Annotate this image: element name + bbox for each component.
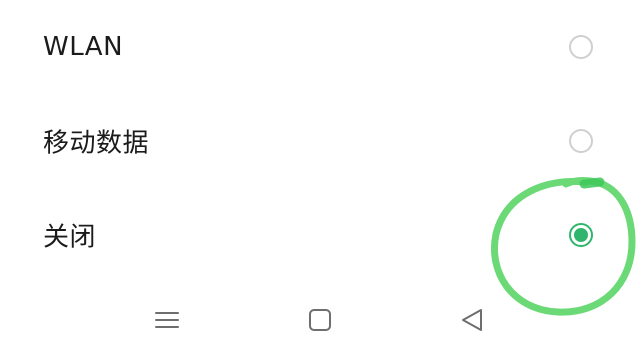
network-option-screen: WLAN 移动数据 关闭: [0, 0, 640, 360]
radio-button-wlan[interactable]: [569, 35, 593, 59]
radio-button-off-selected[interactable]: [569, 223, 593, 247]
option-mobile-data[interactable]: 移动数据: [0, 97, 640, 185]
home-square-icon[interactable]: [304, 304, 336, 336]
option-label: WLAN: [43, 32, 124, 62]
option-off[interactable]: 关闭: [0, 191, 640, 279]
back-triangle-icon[interactable]: [456, 304, 488, 336]
radio-selected-dot: [574, 228, 588, 242]
radio-button-mobile-data[interactable]: [569, 129, 593, 153]
menu-icon[interactable]: [151, 304, 183, 336]
system-navigation-bar: [0, 290, 640, 352]
option-label: 移动数据: [43, 128, 150, 159]
option-label: 关闭: [43, 222, 97, 253]
option-wlan[interactable]: WLAN: [0, 3, 640, 91]
